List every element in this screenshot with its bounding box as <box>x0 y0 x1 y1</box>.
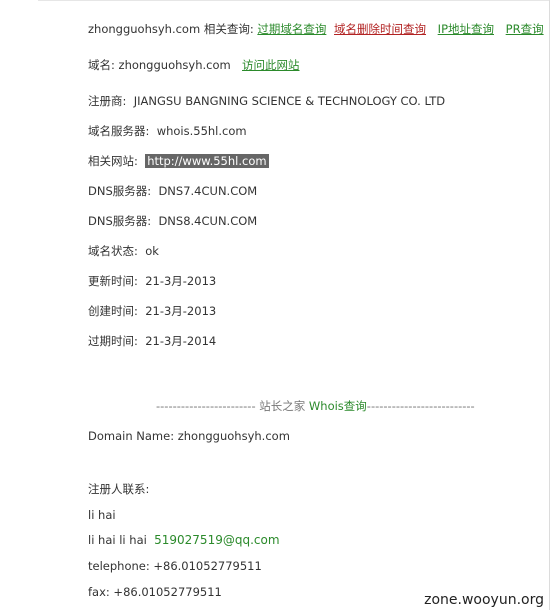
field-value: DNS7.4CUN.COM <box>158 184 258 198</box>
field-value: JIANGSU BANGNING SCIENCE & TECHNOLOGY CO… <box>133 94 446 108</box>
field-label: 创建时间: <box>88 304 138 318</box>
field-value: ok <box>145 244 159 258</box>
registrant-fax: fax: +86.01052779511 <box>88 585 222 599</box>
registrant-org-line: li hai li hai 519027519@qq.com <box>88 532 280 548</box>
top-border <box>38 0 550 5</box>
registrant-name: li hai <box>88 508 116 522</box>
field-label: 域名服务器: <box>88 124 150 138</box>
field-value: 21-3月-2014 <box>145 334 217 348</box>
expired-domain-link[interactable]: 过期域名查询 <box>257 22 326 36</box>
field-dns-1: DNS服务器: DNS7.4CUN.COM <box>88 183 257 199</box>
field-updated: 更新时间: 21-3月-2013 <box>88 273 216 289</box>
field-related-site: 相关网站: http://www.55hl.com <box>88 153 269 169</box>
registrant-telephone: telephone: +86.01052779511 <box>88 559 262 573</box>
field-label: 注册商: <box>88 94 127 108</box>
field-dns-2: DNS服务器: DNS8.4CUN.COM <box>88 213 257 229</box>
raw-domain-name: Domain Name: zhongguohsyh.com <box>88 429 290 443</box>
pr-query-link[interactable]: PR查询 <box>506 22 544 36</box>
field-created: 创建时间: 21-3月-2013 <box>88 303 216 319</box>
field-label: 更新时间: <box>88 274 138 288</box>
whois-query-link[interactable]: Whois查询 <box>309 399 367 413</box>
field-registrar: 注册商: JIANGSU BANGNING SCIENCE & TECHNOLO… <box>88 93 445 109</box>
field-value-highlighted[interactable]: http://www.55hl.com <box>145 154 269 168</box>
delete-time-link[interactable]: 域名删除时间查询 <box>334 22 426 36</box>
header-domain: zhongguohsyh.com <box>88 22 201 36</box>
field-label: 过期时间: <box>88 334 138 348</box>
registrant-org: li hai li hai <box>88 533 147 547</box>
related-label: 相关查询: <box>203 22 254 36</box>
domain-value: zhongguohsyh.com <box>118 58 231 72</box>
whois-separator: ------------------------ 站长之家 Whois查询---… <box>156 398 475 414</box>
field-whois-server: 域名服务器: whois.55hl.com <box>88 123 247 139</box>
separator-left: ------------------------ 站长之家 <box>156 399 309 413</box>
field-label: DNS服务器: <box>88 184 152 198</box>
field-label: 域名状态: <box>88 244 138 258</box>
registrant-email[interactable]: 519027519@qq.com <box>154 533 279 547</box>
field-value: whois.55hl.com <box>156 124 247 138</box>
field-label: DNS服务器: <box>88 214 152 228</box>
field-label: 相关网站: <box>88 154 138 168</box>
field-value: 21-3月-2013 <box>145 304 217 318</box>
ip-query-link[interactable]: IP地址查询 <box>438 22 494 36</box>
field-value: 21-3月-2013 <box>145 274 217 288</box>
visit-site-link[interactable]: 访问此网站 <box>242 58 300 72</box>
related-query-bar: zhongguohsyh.com 相关查询: 过期域名查询 域名删除时间查询 I… <box>88 21 550 37</box>
separator-right: -------------------------- <box>366 399 475 413</box>
field-status: 域名状态: ok <box>88 243 159 259</box>
registrant-contact-label: 注册人联系: <box>88 482 150 496</box>
field-expiry: 过期时间: 21-3月-2014 <box>88 333 216 349</box>
domain-label: 域名: <box>88 58 115 72</box>
field-value: DNS8.4CUN.COM <box>158 214 258 228</box>
domain-line: 域名: zhongguohsyh.com 访问此网站 <box>88 57 300 73</box>
watermark: zone.wooyun.org <box>424 592 544 608</box>
